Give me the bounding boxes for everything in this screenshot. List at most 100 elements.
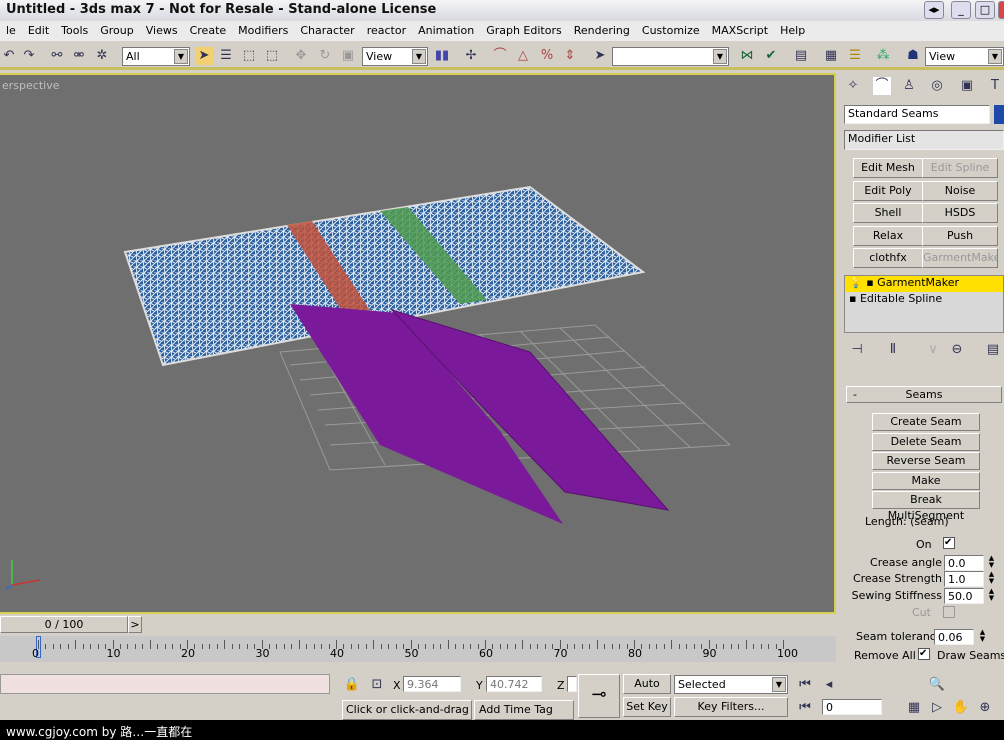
show-end-result-icon[interactable]: Ⅱ [884, 341, 902, 359]
remove-modifier-icon[interactable]: ⊖ [948, 341, 966, 359]
utilities-tab-icon[interactable]: T [986, 77, 1004, 95]
object-name-field[interactable]: Standard Seams [844, 105, 990, 124]
sewing-stiffness-spinner[interactable]: ▲ ▼ [987, 588, 996, 604]
current-frame-field[interactable]: 0 [822, 699, 882, 715]
auto-key-button[interactable]: Auto Key [623, 674, 671, 708]
zoom-icon[interactable]: 🔍 [928, 676, 946, 694]
next-frame-button[interactable]: > [128, 616, 142, 633]
add-time-tag-button[interactable]: Add Time Tag [474, 700, 574, 720]
modifier-button-noise[interactable]: Noise [922, 180, 998, 201]
expand-icon[interactable]: ▪ [866, 276, 873, 289]
pivot-icon[interactable]: ▮▮ [433, 47, 451, 65]
perspective-viewport[interactable]: erspective [0, 73, 836, 614]
object-color-swatch[interactable] [994, 105, 1004, 124]
cut-checkbox[interactable] [943, 606, 955, 618]
modifier-button-relax[interactable]: Relax [853, 225, 923, 246]
link-icon[interactable]: ⚯ [48, 47, 66, 65]
mirror-icon[interactable]: ⋈ [738, 47, 756, 65]
pan-icon[interactable]: ✋ [952, 699, 970, 717]
modifier-button-shell[interactable]: Shell [853, 203, 923, 223]
reverse-seam-button[interactable]: Reverse Seam [872, 452, 980, 471]
unlink-icon[interactable]: ⚮ [70, 47, 88, 65]
named-selection-dropdown[interactable]: ▼ [612, 47, 729, 66]
break-multisegment-button[interactable]: Break MultiSegment [872, 491, 980, 522]
menu-item-help[interactable]: Help [774, 21, 811, 41]
menu-item-modifiers[interactable]: Modifiers [232, 21, 294, 41]
selection-filter-dropdown[interactable]: All ▼ [122, 47, 190, 66]
modifier-button-edit-mesh[interactable]: Edit Mesh [853, 158, 923, 178]
select-by-name-icon[interactable]: ☰ [217, 47, 235, 65]
stack-item-garmentmaker[interactable]: 💡 ▪ GarmentMaker [845, 276, 1003, 292]
manipulate-icon[interactable]: ✢ [462, 47, 480, 65]
key-filters-button[interactable]: Key Filters... [674, 697, 788, 717]
modify-tab-icon[interactable]: ⌒ [873, 77, 891, 95]
make-unique-icon[interactable]: ∨ [924, 341, 942, 359]
expand-icon[interactable]: ▪ [849, 292, 856, 305]
modifier-button-push[interactable]: Push [922, 225, 998, 246]
menu-item-views[interactable]: Views [140, 21, 184, 41]
absolute-mode-icon[interactable]: ⊡ [368, 676, 386, 694]
modifier-button-hsds[interactable]: HSDS [922, 203, 998, 223]
crease-angle-field[interactable]: 0.0 [944, 555, 984, 571]
prev-frame-icon[interactable]: ◂ [820, 676, 838, 694]
motion-tab-icon[interactable]: ◎ [928, 77, 946, 95]
seam-tolerance-spinner[interactable]: ▲ ▼ [978, 629, 987, 645]
display-tab-icon[interactable]: ▣ [958, 77, 976, 95]
align-icon[interactable]: ✔ [762, 47, 780, 65]
x-field[interactable]: 9.364 [403, 676, 461, 692]
menu-item-maxscript[interactable]: MAXScript [706, 21, 774, 41]
menu-item-group[interactable]: Group [94, 21, 140, 41]
rotate-icon[interactable]: ↻ [316, 47, 334, 65]
bind-spacewarp-icon[interactable]: ✲ [93, 47, 111, 65]
modifier-button-clothfx[interactable]: clothfx [853, 248, 923, 268]
menu-item-graph-editors[interactable]: Graph Editors [480, 21, 568, 41]
curve-editor-icon[interactable]: ▦ [822, 47, 840, 65]
material-editor-icon[interactable]: ⁂ [874, 47, 892, 65]
angle-snap-icon[interactable]: △ [514, 47, 532, 65]
key-mode-icon[interactable]: ⊸ [578, 674, 620, 718]
menu-item-le[interactable]: le [0, 21, 22, 41]
snap-icon[interactable]: ⌒ [491, 47, 509, 65]
hierarchy-tab-icon[interactable]: ♙ [900, 77, 918, 95]
scale-icon[interactable]: ▣ [339, 47, 357, 65]
remove-all-button[interactable]: Remove All [854, 649, 916, 662]
maxscript-listener[interactable] [0, 674, 330, 694]
menu-item-tools[interactable]: Tools [55, 21, 94, 41]
lock-icon[interactable]: 🔒 [343, 676, 361, 694]
layer-manager-icon[interactable]: ▤ [792, 47, 810, 65]
modifier-button-edit-poly[interactable]: Edit Poly [853, 180, 923, 201]
goto-start-icon[interactable]: ⏮ [796, 676, 814, 694]
render-view-dropdown[interactable]: View ▼ [925, 47, 1004, 66]
z-field[interactable] [567, 676, 577, 692]
create-seam-button[interactable]: Create Seam [872, 413, 980, 431]
move-icon[interactable]: ✥ [292, 47, 310, 65]
menu-item-rendering[interactable]: Rendering [568, 21, 636, 41]
maximize-button[interactable]: □ [975, 1, 995, 19]
redo-icon[interactable]: ↷ [20, 47, 38, 65]
set-key-button[interactable]: Set Key [623, 697, 671, 717]
modifier-button-garmentmaker[interactable]: GarmentMaker [922, 248, 998, 268]
key-mode-dropdown[interactable]: Selected ▼ [674, 675, 788, 694]
render-scene-icon[interactable]: ☗ [904, 47, 922, 65]
crease-strength-field[interactable]: 1.0 [944, 571, 984, 587]
configure-sets-icon[interactable]: ▤ [984, 341, 1002, 359]
menu-item-reactor[interactable]: reactor [361, 21, 412, 41]
menu-item-animation[interactable]: Animation [412, 21, 480, 41]
pin-stack-icon[interactable]: ⊣ [848, 341, 866, 359]
stack-item-editable-spline[interactable]: ▪ Editable Spline [845, 292, 1003, 308]
fov-icon[interactable]: ▷ [928, 699, 946, 717]
time-config-icon[interactable]: ▦ [905, 699, 923, 717]
select-object-icon[interactable]: ➤ [195, 47, 213, 65]
make-multisegment-button[interactable]: Make MultiSegment [872, 471, 980, 503]
crease-angle-spinner[interactable]: ▲ ▼ [987, 555, 996, 571]
sewing-stiffness-field[interactable]: 50.0 [944, 588, 984, 604]
menu-item-customize[interactable]: Customize [636, 21, 706, 41]
orbit-icon[interactable]: ⊕ [976, 699, 994, 717]
edit-named-selection-icon[interactable]: ➤ [591, 47, 609, 65]
create-tab-icon[interactable]: ✧ [844, 77, 862, 95]
key-mode-toggle-icon[interactable]: ⏮ [796, 699, 814, 717]
schematic-view-icon[interactable]: ☰ [846, 47, 864, 65]
undo-icon[interactable]: ↶ [0, 47, 18, 65]
percent-snap-icon[interactable]: % [538, 47, 556, 65]
delete-seam-button[interactable]: Delete Seam [872, 432, 980, 451]
